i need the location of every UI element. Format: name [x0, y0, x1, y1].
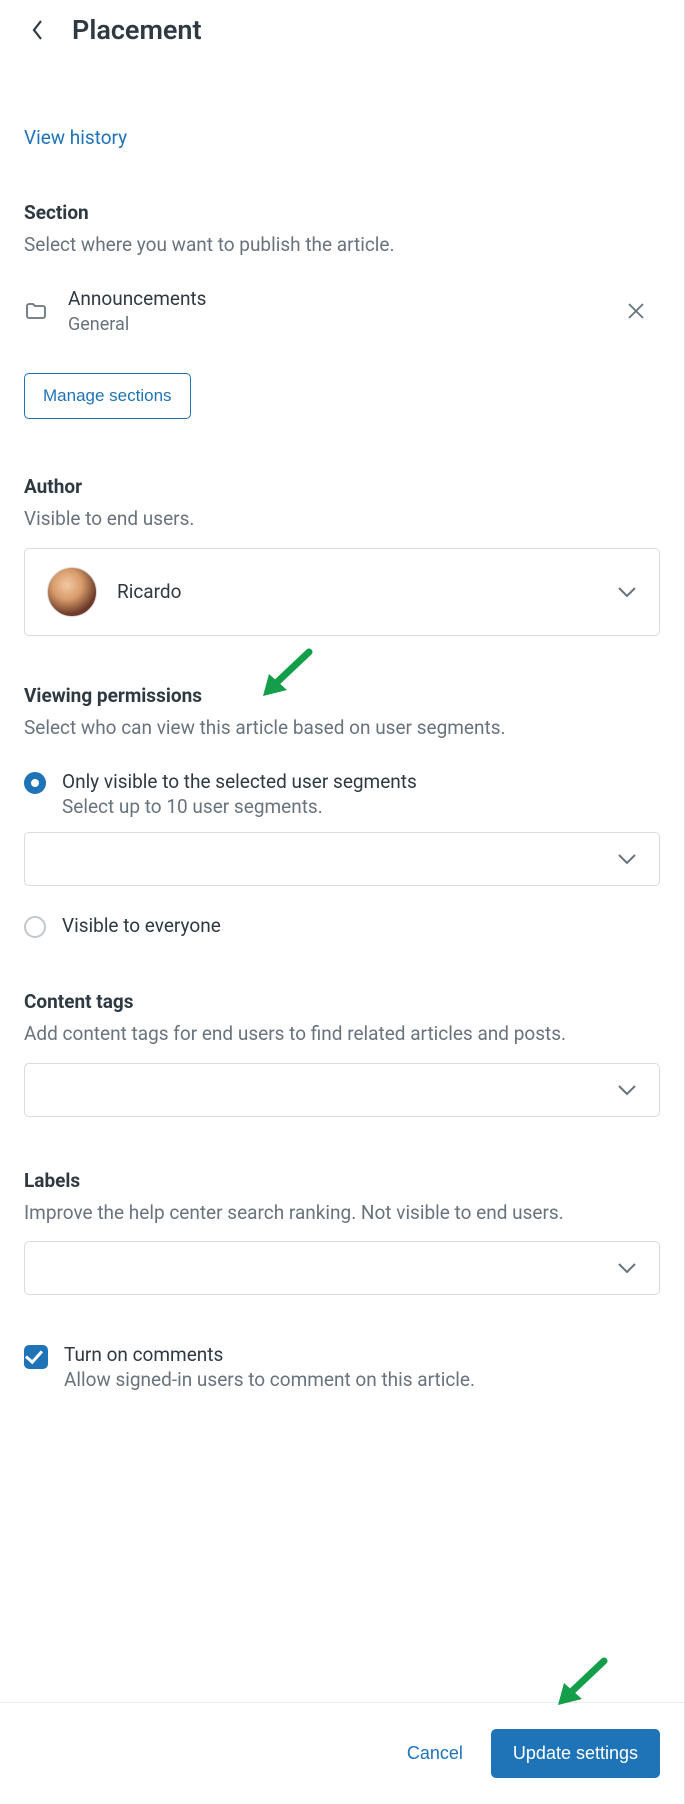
content-tags-description: Add content tags for end users to find r…	[24, 1019, 660, 1048]
author-name: Ricardo	[117, 580, 181, 603]
update-settings-button[interactable]: Update settings	[491, 1729, 660, 1778]
user-segments-select[interactable]	[24, 832, 660, 886]
author-description: Visible to end users.	[24, 504, 660, 533]
author-heading: Author	[24, 475, 660, 498]
permissions-description: Select who can view this article based o…	[24, 713, 660, 742]
back-button[interactable]	[24, 16, 52, 44]
manage-sections-button[interactable]: Manage sections	[24, 373, 191, 419]
turn-on-comments-sub: Allow signed-in users to comment on this…	[64, 1368, 475, 1391]
page-title: Placement	[72, 14, 202, 46]
section-heading: Section	[24, 201, 660, 224]
content-tags-heading: Content tags	[24, 990, 660, 1013]
radio-selected-segments-label: Only visible to the selected user segmen…	[62, 770, 417, 793]
chevron-down-icon	[617, 853, 637, 865]
turn-on-comments-label: Turn on comments	[64, 1343, 475, 1366]
folder-icon	[24, 299, 48, 323]
labels-heading: Labels	[24, 1169, 660, 1192]
cancel-button[interactable]: Cancel	[407, 1743, 463, 1764]
content-tags-select[interactable]	[24, 1063, 660, 1117]
view-history-link[interactable]: View history	[24, 126, 127, 149]
chevron-down-icon	[617, 586, 637, 598]
turn-on-comments-checkbox[interactable]	[24, 1345, 48, 1369]
section-item: Announcements General	[24, 287, 660, 335]
chevron-down-icon	[617, 1084, 637, 1096]
chevron-down-icon	[617, 1262, 637, 1274]
radio-selected-segments[interactable]	[24, 772, 46, 794]
section-item-category: General	[68, 314, 604, 335]
labels-description: Improve the help center search ranking. …	[24, 1198, 660, 1227]
permissions-heading: Viewing permissions	[24, 684, 660, 707]
remove-section-button[interactable]	[624, 299, 648, 323]
section-item-name: Announcements	[68, 287, 604, 310]
labels-select[interactable]	[24, 1241, 660, 1295]
annotation-arrow-icon	[554, 1655, 614, 1705]
avatar	[47, 567, 97, 617]
radio-selected-segments-sub: Select up to 10 user segments.	[62, 795, 417, 818]
chevron-left-icon	[31, 19, 45, 41]
section-description: Select where you want to publish the art…	[24, 230, 660, 259]
author-select[interactable]: Ricardo	[24, 548, 660, 636]
radio-visible-everyone[interactable]	[24, 916, 46, 938]
radio-visible-everyone-label: Visible to everyone	[62, 914, 221, 937]
